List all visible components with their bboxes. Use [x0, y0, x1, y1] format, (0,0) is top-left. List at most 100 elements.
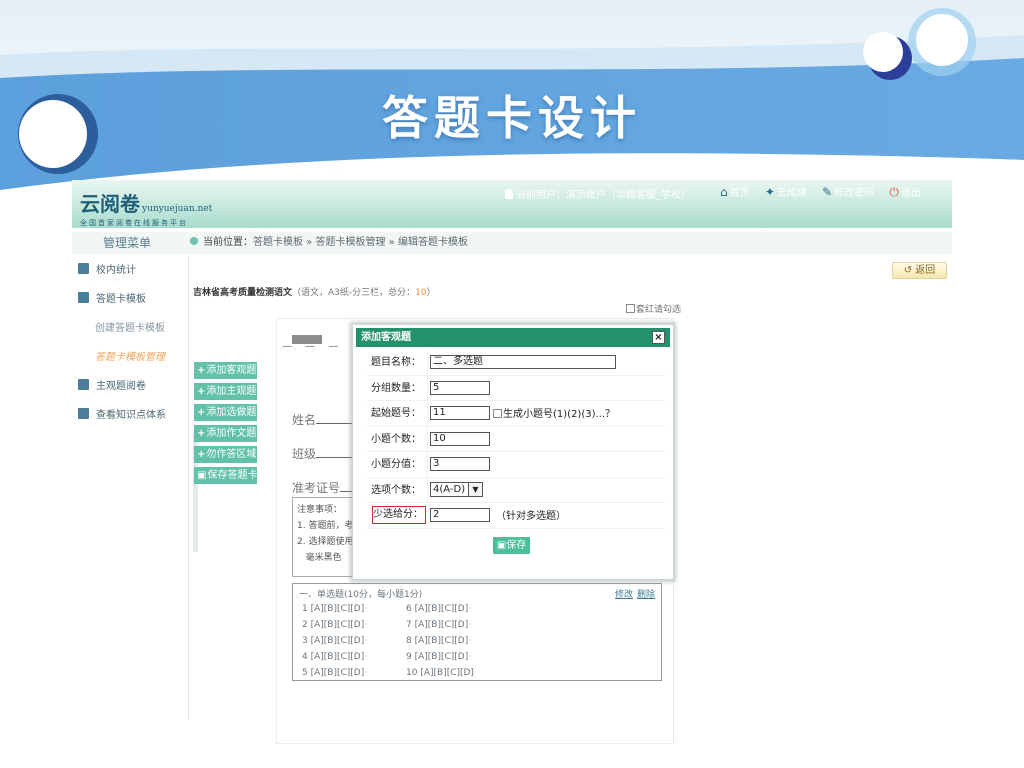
answer-item: 1 [A][B][C][D]: [302, 604, 365, 614]
sidebar-item-school-stats[interactable]: 校内统计: [72, 256, 184, 285]
start-number-label: 起始题号：: [366, 401, 428, 426]
nav-change-password[interactable]: ✎ 修改密码: [822, 185, 875, 199]
tool-button-label: 保存答题卡: [207, 470, 258, 481]
answer-item: 2 [A][B][C][D]: [302, 620, 365, 630]
single-choice-section: 一、单选题(10分，每小题1分) 修改 删除 1 [A][B][C][D] 6 […: [292, 583, 662, 681]
slide-title: 答题卡设计: [382, 91, 642, 145]
exam-title: 吉林省高考质量检测语文（语文，A3纸-分三栏，总分：10）: [193, 285, 436, 298]
nav-change-password-label: 修改密码: [834, 188, 875, 199]
generate-subnumbers-option[interactable]: 生成小题号(1)(2)(3)...？: [493, 405, 615, 420]
row-start-number: 起始题号： 11 生成小题号(1)(2)(3)...？: [366, 401, 666, 427]
delete-section-link[interactable]: 删除: [637, 590, 655, 600]
sub-count-input[interactable]: 10: [430, 431, 490, 446]
save-sheet-button[interactable]: ▣保存答题卡: [194, 467, 257, 484]
field-line: [316, 448, 357, 458]
add-objective-dialog: 添加客观题 × 题目名称： 二、多选题 分组数量： 5 起始题号： 11 生成小题号(1)…: [352, 324, 674, 580]
row-question-name: 题目名称： 二、多选题: [366, 350, 666, 376]
answer-item: 10 [A][B][C][D]: [406, 668, 474, 678]
field-line: [316, 414, 357, 424]
nav-home-label: 首页: [729, 188, 750, 199]
back-button-label: 返回: [915, 265, 936, 276]
add-answer-area-button[interactable]: +勿作答区域: [194, 446, 257, 463]
row-option-count: 选项个数： 4(A-D) ▼: [366, 477, 666, 503]
add-essay-button[interactable]: +添加作文题: [194, 425, 257, 442]
save-icon: ▣: [496, 540, 507, 551]
edit-section-link[interactable]: 修改: [615, 590, 633, 600]
current-user-text: 当前用户：演示帐户（华翰客服_学校）: [516, 190, 691, 201]
dialog-form: 题目名称： 二、多选题 分组数量： 5 起始题号： 11 生成小题号(1)(2)(3).…: [366, 350, 666, 529]
question-name-label: 题目名称：: [366, 350, 428, 375]
field-label: 准考证号: [292, 481, 341, 495]
answer-item: 3 [A][B][C][D]: [302, 636, 365, 646]
partial-score-input[interactable]: 2: [430, 508, 490, 522]
tree-icon: [78, 408, 89, 419]
field-label: 班级: [292, 447, 317, 461]
sidebar-subitem-create-template[interactable]: 创建答题卡模板: [72, 314, 184, 343]
sidebar-subitem-manage-templates[interactable]: 答题卡模板管理: [72, 343, 184, 372]
answer-item: 8 [A][B][C][D]: [406, 636, 469, 646]
group-count-input[interactable]: 5: [430, 380, 490, 395]
top-nav: ⌂ 首页 ✦ 云成绩 ✎ 修改密码 ⏻ 退出: [720, 184, 933, 200]
tool-button-label: 添加客观题: [206, 365, 257, 376]
add-objective-button[interactable]: +添加客观题: [194, 362, 257, 379]
breadcrumb-path[interactable]: 答题卡模板 » 答题卡模板管理 » 编辑答题卡模板: [253, 237, 468, 248]
sidebar-item-sheet-templates[interactable]: 答题卡模板: [72, 285, 184, 314]
tool-button-label: 勿作答区域: [206, 449, 257, 460]
nav-logout[interactable]: ⏻ 退出: [889, 185, 921, 199]
sidebar-item-knowledge-system[interactable]: 查看知识点体系: [72, 401, 184, 430]
tool-button-label: 添加主观题: [206, 386, 257, 397]
sidebar-item-label: 查看知识点体系: [96, 410, 166, 421]
save-icon: ▣: [197, 470, 207, 481]
start-number-input[interactable]: 11: [430, 406, 490, 420]
add-optional-button[interactable]: +添加选做题: [194, 404, 257, 421]
group-count-label: 分组数量：: [366, 375, 428, 401]
dialog-header: 添加客观题 ×: [356, 328, 670, 347]
section-title: 一、单选题(10分，每小题1分): [299, 590, 423, 600]
row-sub-score: 小题分值： 3: [366, 452, 666, 478]
option-count-select[interactable]: 4(A-D) ▼: [430, 481, 483, 497]
home-icon: ⌂: [720, 185, 728, 199]
exam-meta-end: ）: [426, 288, 436, 298]
add-subjective-button[interactable]: +添加主观题: [194, 383, 257, 400]
current-user: 当前用户：演示帐户（华翰客服_学校）: [505, 186, 691, 201]
nav-cloud-scores-label: 云成绩: [776, 188, 807, 199]
red-print-checkbox[interactable]: [626, 304, 635, 313]
sidebar-divider: [188, 256, 189, 720]
partial-score-label: 少选给分：: [372, 506, 426, 524]
red-print-label: 套红请勾选: [636, 305, 682, 315]
close-icon[interactable]: ×: [652, 331, 665, 344]
generate-subnumbers-checkbox[interactable]: [493, 409, 502, 418]
nav-home[interactable]: ⌂ 首页: [720, 185, 750, 199]
option-count-value: 4(A-D): [433, 483, 466, 495]
nav-cloud-scores[interactable]: ✦ 云成绩: [764, 185, 807, 199]
dialog-save-button[interactable]: ▣保存: [493, 537, 530, 554]
plus-icon: +: [197, 365, 206, 376]
plus-icon: +: [197, 449, 206, 460]
sub-count-label: 小题个数：: [366, 426, 428, 452]
breadcrumb: 当前位置：答题卡模板 » 答题卡模板管理 » 编辑答题卡模板: [190, 232, 468, 254]
dialog-title: 添加客观题: [361, 332, 411, 343]
option-count-label: 选项个数：: [366, 477, 428, 503]
breadcrumb-label: 当前位置：: [203, 237, 253, 248]
answer-item: 4 [A][B][C][D]: [302, 652, 365, 662]
app-header: 云阅卷 yunyuejuan.net 全国首家阅卷在线服务平台 当前用户：演示帐户…: [72, 180, 952, 228]
red-print-option[interactable]: 套红请勾选: [626, 302, 681, 315]
list-icon: [78, 292, 89, 303]
main-content: ↺ 返回 吉林省高考质量检测语文（语文，A3纸-分三栏，总分：10） 套红请勾选…: [190, 256, 952, 744]
back-icon: ↺: [903, 265, 916, 276]
figure-icon: ✦: [764, 185, 775, 199]
answer-item: 7 [A][B][C][D]: [406, 620, 469, 630]
sidebar-item-subjective-grading[interactable]: 主观题阅卷: [72, 372, 184, 401]
logo-domain: yunyuejuan.net: [142, 204, 213, 214]
row-partial-score: 少选给分： 2 （针对多选题）: [366, 503, 666, 529]
tool-button-label: 添加选做题: [206, 407, 257, 418]
logo-slogan: 全国首家阅卷在线服务平台: [80, 219, 188, 227]
answer-grid: 1 [A][B][C][D] 6 [A][B][C][D] 2 [A][B][C…: [302, 602, 655, 680]
question-name-input[interactable]: 二、多选题: [430, 355, 616, 369]
sub-score-input[interactable]: 3: [430, 457, 490, 471]
section-header: 一、单选题(10分，每小题1分) 修改 删除: [299, 587, 655, 601]
field-exam-id: 准考证号: [292, 479, 359, 496]
back-button[interactable]: ↺ 返回: [892, 262, 947, 279]
answer-item: 6 [A][B][C][D]: [406, 604, 469, 614]
exam-meta: （语文，A3纸-分三栏，总分：: [292, 288, 416, 298]
